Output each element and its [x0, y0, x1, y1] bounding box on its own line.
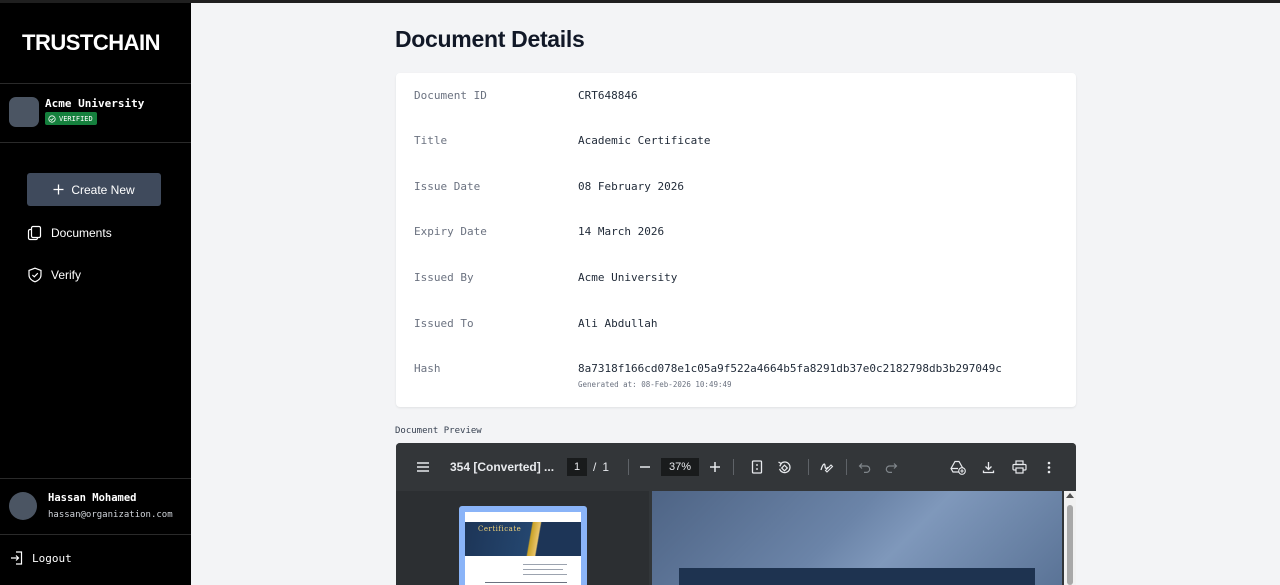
logout-icon	[11, 551, 23, 565]
page-number-input[interactable]: 1	[567, 458, 587, 476]
logout-label: Logout	[32, 551, 72, 565]
detail-label-expiry-date: Expiry Date	[414, 225, 487, 238]
undo-button[interactable]	[858, 443, 871, 491]
plus-icon	[53, 184, 64, 195]
rotate-button[interactable]	[777, 443, 792, 491]
fit-page-button[interactable]	[751, 443, 763, 491]
certificate-signature-line	[485, 582, 567, 583]
create-new-button[interactable]: Create New	[27, 173, 161, 206]
pdf-page-view[interactable]	[652, 491, 1062, 585]
document-preview-label: Document Preview	[395, 426, 482, 436]
rotate-icon	[778, 460, 791, 473]
download-icon	[982, 461, 995, 473]
more-vertical-icon	[1047, 461, 1051, 473]
logout-button[interactable]: Logout	[10, 550, 72, 566]
document-details-card: Document ID CRT648846 Title Academic Cer…	[396, 73, 1076, 407]
zoom-level[interactable]: 37%	[661, 443, 699, 491]
documents-icon	[27, 225, 42, 241]
pdf-page-content	[679, 568, 1035, 585]
draw-button[interactable]	[819, 443, 834, 491]
page-thumbnail[interactable]: Certificate	[459, 506, 587, 585]
detail-label-hash: Hash	[414, 362, 441, 375]
thumbnail-certificate-title: Certificate	[478, 525, 522, 533]
certificate-text-line	[523, 564, 567, 565]
printer-icon	[1012, 460, 1027, 474]
zoom-in-button[interactable]	[709, 443, 721, 491]
page-total: 1	[602, 460, 610, 474]
sidebar: TRUSTCHAIN Acme University VERIFIED Crea…	[0, 0, 191, 585]
minus-icon	[640, 466, 650, 468]
certificate-text-line	[523, 574, 567, 575]
sidebar-item-label: Verify	[51, 268, 82, 282]
redo-button[interactable]	[885, 443, 898, 491]
detail-value-issued-by: Acme University	[578, 271, 678, 284]
download-button[interactable]	[982, 443, 995, 491]
detail-label-document-id: Document ID	[414, 89, 487, 102]
more-options-button[interactable]	[1047, 443, 1051, 491]
check-circle-icon	[48, 114, 56, 123]
detail-value-title: Academic Certificate	[578, 134, 711, 147]
sidebar-item-label: Documents	[51, 226, 112, 240]
thumbnail-page: Certificate	[465, 512, 581, 585]
hamburger-menu-icon	[417, 462, 429, 472]
pen-draw-icon	[820, 463, 834, 473]
detail-value-expiry-date: 14 March 2026	[578, 225, 665, 238]
toolbar-divider	[733, 459, 734, 475]
print-button[interactable]	[1012, 443, 1027, 491]
scroll-up-arrow-icon[interactable]	[1066, 493, 1074, 498]
toolbar-divider	[628, 459, 629, 475]
sidebar-divider	[0, 142, 191, 143]
shield-check-icon	[28, 267, 42, 283]
fit-page-icon	[751, 460, 763, 474]
detail-value-document-id: CRT648846	[578, 89, 638, 102]
sidebar-item-documents[interactable]: Documents	[27, 225, 112, 241]
zoom-out-button[interactable]	[639, 443, 651, 491]
detail-label-issued-by: Issued By	[414, 271, 474, 284]
redo-icon	[885, 462, 898, 473]
pdf-toolbar: 354 [Converted] ... 1 / 1 37%	[396, 443, 1076, 491]
detail-label-issue-date: Issue Date	[414, 180, 481, 193]
user-email: hassan@organization.com	[48, 510, 173, 520]
viewer-scrollbar[interactable]	[1064, 491, 1076, 585]
window-top-border	[0, 0, 1280, 3]
sidebar-item-verify[interactable]: Verify	[27, 267, 81, 283]
sidebar-divider	[0, 478, 191, 479]
user-name: Hassan Mohamed	[48, 492, 137, 504]
detail-value-issued-to: Ali Abdullah	[578, 317, 658, 330]
organization-name: Acme University	[45, 97, 145, 110]
zoom-input[interactable]: 37%	[661, 458, 699, 476]
document-name: 354 [Converted] ...	[450, 460, 555, 474]
page-separator: /	[593, 460, 597, 474]
pdf-viewer: 354 [Converted] ... 1 / 1 37% Certificat…	[396, 443, 1076, 585]
save-to-drive-button[interactable]	[949, 443, 966, 491]
sidebar-divider	[0, 83, 191, 84]
brand-logo[interactable]: TRUSTCHAIN	[22, 30, 161, 56]
menu-button[interactable]	[416, 443, 430, 491]
drive-add-icon	[950, 460, 966, 475]
verified-badge: VERIFIED	[45, 112, 97, 125]
scrollbar-thumb[interactable]	[1067, 505, 1073, 585]
certificate-text-line	[523, 569, 563, 570]
page-title: Document Details	[395, 26, 585, 52]
detail-label-issued-to: Issued To	[414, 317, 474, 330]
hash-generated-at: Generated at: 08-Feb-2026 10:49:49	[578, 380, 732, 389]
avatar	[9, 492, 37, 520]
toolbar-divider	[846, 459, 847, 475]
undo-icon	[858, 462, 871, 473]
page-number-group: 1 / 1	[567, 443, 609, 491]
organization-avatar	[9, 97, 39, 127]
detail-label-title: Title	[414, 134, 448, 147]
toolbar-divider	[808, 459, 809, 475]
verified-badge-label: VERIFIED	[59, 114, 93, 123]
detail-value-issue-date: 08 February 2026	[578, 180, 684, 193]
create-new-label: Create New	[71, 182, 135, 197]
plus-icon	[710, 462, 720, 472]
thumbnail-sidebar: Certificate	[396, 491, 649, 585]
detail-value-hash: 8a7318f166cd078e1c05a9f522a4664b5fa8291d…	[578, 362, 1002, 375]
sidebar-divider	[0, 534, 191, 535]
